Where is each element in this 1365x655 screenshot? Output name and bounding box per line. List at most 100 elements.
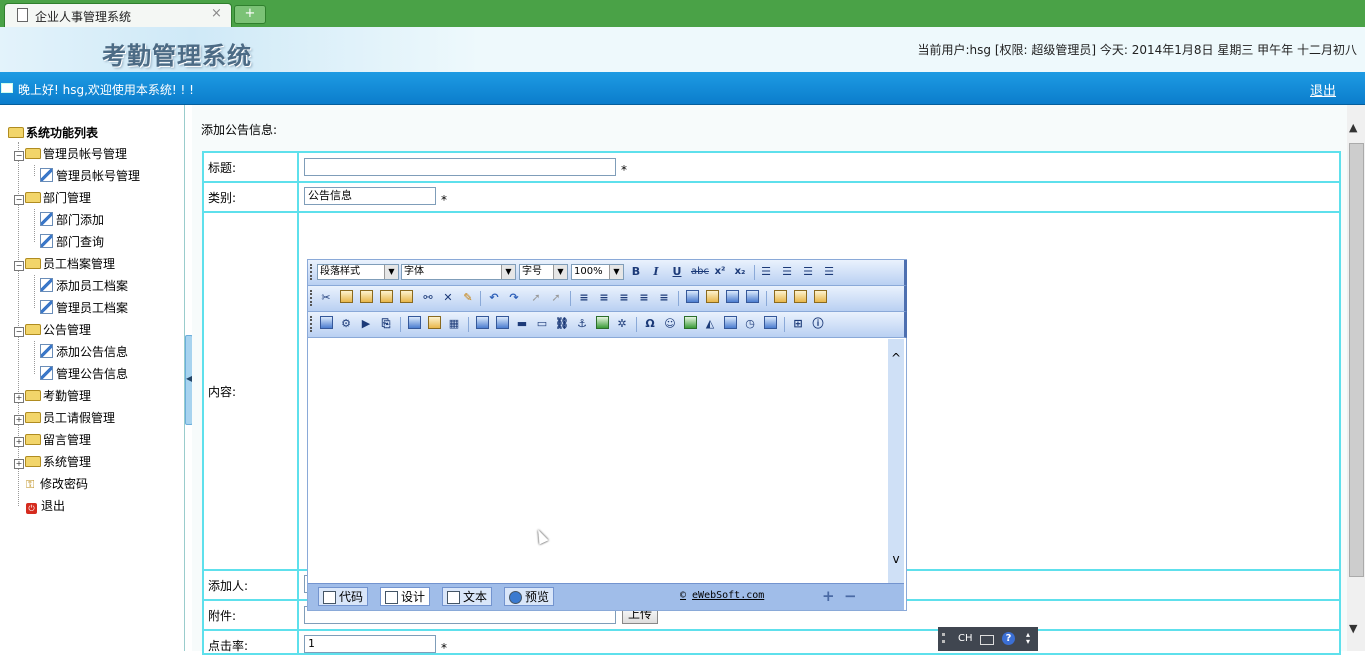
mode-tab-preview[interactable]: 预览: [504, 587, 555, 606]
expand-icon[interactable]: +: [14, 437, 24, 447]
subscript-icon[interactable]: x₂: [732, 264, 748, 280]
superscript-icon[interactable]: x²: [712, 264, 728, 280]
font-select[interactable]: 字体 ▼: [401, 264, 516, 280]
sidebar-item-add-department[interactable]: 部门添加: [40, 211, 104, 228]
attachment-icon[interactable]: ⎘: [378, 316, 394, 332]
new-tab-button[interactable]: +: [234, 5, 266, 24]
sidebar-item-leave[interactable]: + 员工请假管理: [14, 409, 115, 426]
options-icon[interactable]: ▴ ▾: [1026, 631, 1030, 646]
sidebar-item-change-password[interactable]: ⚿ 修改密码: [26, 475, 88, 492]
sidebar-item-manage-employee-files[interactable]: 管理员工档案: [40, 299, 128, 316]
zoom-select[interactable]: 100% ▼: [571, 264, 624, 280]
undo-icon[interactable]: ↶: [486, 290, 502, 306]
iframe-icon[interactable]: [494, 316, 510, 332]
align-center-icon[interactable]: ☰: [779, 264, 795, 280]
date-icon[interactable]: [722, 316, 738, 332]
language-indicator[interactable]: CH: [958, 633, 973, 644]
link-icon[interactable]: ⛓: [554, 316, 570, 332]
numbered-list-icon[interactable]: ≡: [576, 290, 592, 306]
anchor-icon[interactable]: ⚓: [574, 316, 590, 332]
about-icon[interactable]: ⓘ: [810, 316, 826, 332]
sidebar-item-employee-files[interactable]: − 员工档案管理: [14, 255, 115, 272]
background-color-icon[interactable]: [704, 290, 720, 306]
backward-icon[interactable]: [792, 290, 808, 306]
bold-icon[interactable]: B: [628, 264, 644, 280]
chevron-up-icon[interactable]: ^: [888, 349, 904, 367]
clicks-input[interactable]: 1: [304, 635, 436, 653]
collapse-icon[interactable]: −: [14, 327, 24, 337]
align-left-icon[interactable]: ☰: [758, 264, 774, 280]
grid-icon[interactable]: ▦: [446, 316, 462, 332]
close-tab-icon[interactable]: ×: [211, 6, 222, 21]
horizontal-rule-icon[interactable]: ▬: [514, 316, 530, 332]
browser-tab[interactable]: 企业人事管理系统 ×: [4, 3, 232, 28]
delete-icon[interactable]: ✕: [440, 290, 456, 306]
editor-scrollbar[interactable]: ^ v: [888, 339, 904, 583]
emoticon-icon[interactable]: ☺: [662, 316, 678, 332]
text-field-icon[interactable]: ▭: [534, 316, 550, 332]
collapse-icon[interactable]: −: [14, 151, 24, 161]
sidebar-item-manage-announcements[interactable]: 管理公告信息: [40, 365, 128, 382]
sidebar-item-exit[interactable]: ⏻ 退出: [26, 497, 65, 514]
clear-format-icon[interactable]: ✎: [460, 290, 476, 306]
mode-tab-code[interactable]: 代码: [318, 587, 369, 606]
keyboard-icon[interactable]: [980, 635, 994, 645]
align-justify-icon[interactable]: ☰: [821, 264, 837, 280]
category-input[interactable]: 公告信息: [304, 187, 436, 205]
underline-icon[interactable]: U: [669, 264, 685, 280]
indent-icon[interactable]: ≡: [636, 290, 652, 306]
sidebar-item-announcements[interactable]: − 公告管理: [14, 321, 91, 338]
strikethrough-icon[interactable]: abc: [690, 264, 710, 280]
align-right-icon[interactable]: ☰: [800, 264, 816, 280]
copy-icon[interactable]: [338, 290, 354, 306]
mode-tab-text[interactable]: 文本: [442, 587, 493, 606]
sidebar-item-add-announcement[interactable]: 添加公告信息: [40, 343, 128, 360]
form-icon[interactable]: [426, 316, 442, 332]
table-icon[interactable]: [406, 316, 422, 332]
font-size-select[interactable]: 字号 ▼: [519, 264, 568, 280]
paragraph-format-icon[interactable]: ≡: [656, 290, 672, 306]
logout-link[interactable]: 退出: [1310, 80, 1336, 99]
zoom-in-icon[interactable]: +: [822, 587, 835, 605]
paste-text-icon[interactable]: [378, 290, 394, 306]
italic-icon[interactable]: I: [648, 264, 664, 280]
collapse-icon[interactable]: −: [14, 261, 24, 271]
text-color-icon[interactable]: [684, 290, 700, 306]
layer-icon[interactable]: [812, 290, 828, 306]
sidebar-item-query-department[interactable]: 部门查询: [40, 233, 104, 250]
special-char-icon[interactable]: Ω: [642, 316, 658, 332]
time-icon[interactable]: ◷: [742, 316, 758, 332]
help-icon[interactable]: ?: [1002, 632, 1015, 645]
forward-icon[interactable]: [772, 290, 788, 306]
select-all-icon[interactable]: ➚: [528, 290, 544, 306]
page-break-icon[interactable]: [762, 316, 778, 332]
deselect-icon[interactable]: ➚: [548, 290, 564, 306]
collapse-icon[interactable]: −: [14, 195, 24, 205]
expand-icon[interactable]: +: [14, 415, 24, 425]
paste-word-icon[interactable]: [398, 290, 414, 306]
paragraph-style-select[interactable]: 段落样式 ▼: [317, 264, 399, 280]
fullscreen-icon[interactable]: ⊞: [790, 316, 806, 332]
art-text-icon[interactable]: ◭: [702, 316, 718, 332]
title-input[interactable]: [304, 158, 616, 176]
chevron-down-icon[interactable]: v: [888, 550, 904, 568]
table-format-icon[interactable]: [724, 290, 740, 306]
absolute-position-icon[interactable]: [744, 290, 760, 306]
redo-icon[interactable]: ↷: [506, 290, 522, 306]
map-icon[interactable]: [594, 316, 610, 332]
sidebar-item-messages[interactable]: + 留言管理: [14, 431, 91, 448]
marquee-icon[interactable]: [474, 316, 490, 332]
editor-content-area[interactable]: [308, 339, 887, 583]
excel-icon[interactable]: [682, 316, 698, 332]
image-icon[interactable]: [318, 316, 334, 332]
expand-icon[interactable]: +: [14, 459, 24, 469]
sidebar-item-departments[interactable]: − 部门管理: [14, 189, 91, 206]
media-icon[interactable]: ▶: [358, 316, 374, 332]
zoom-out-icon[interactable]: −: [844, 587, 857, 605]
mode-tab-design[interactable]: 设计: [380, 587, 431, 606]
sidebar-item-attendance[interactable]: + 考勤管理: [14, 387, 91, 404]
chevron-up-icon[interactable]: ▲: [1349, 121, 1357, 134]
find-icon[interactable]: ⚯: [420, 290, 436, 306]
unlink-icon[interactable]: ✲: [614, 316, 630, 332]
outdent-icon[interactable]: ≡: [616, 290, 632, 306]
